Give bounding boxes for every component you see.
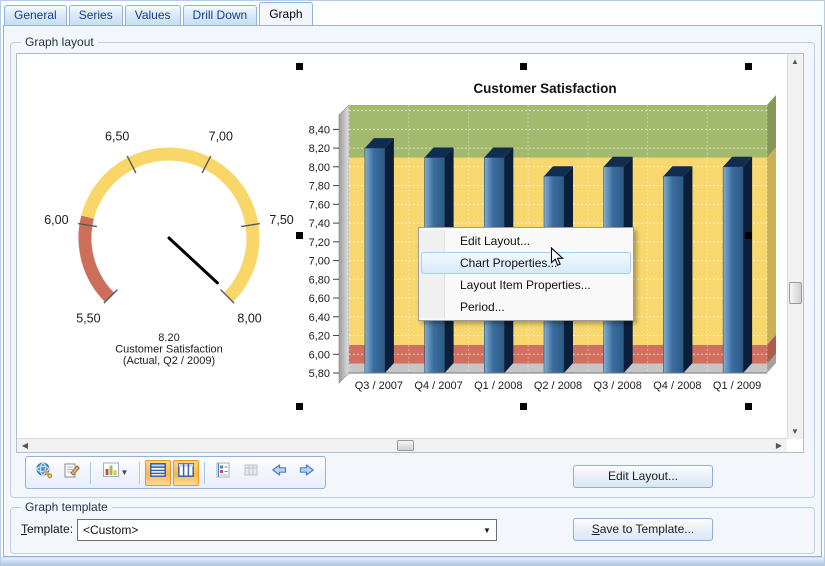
selection-handle[interactable] [745, 63, 752, 70]
svg-text:8,20: 8,20 [309, 143, 330, 155]
page-edit-icon [63, 461, 81, 484]
selection-handle[interactable] [520, 403, 527, 410]
graph-canvas-frame: 5,506,006,507,007,508,008.20Customer Sat… [16, 53, 804, 453]
horizontal-scrollbar[interactable]: ◀ ▶ [17, 438, 787, 452]
svg-text:Q4 / 2007: Q4 / 2007 [414, 380, 462, 392]
bar-chart-icon [102, 461, 120, 484]
tab-drill-down[interactable]: Drill Down [183, 5, 258, 25]
svg-text:6,20: 6,20 [309, 331, 330, 343]
legend-button[interactable] [210, 460, 236, 486]
svg-text:Q1 / 2008: Q1 / 2008 [474, 380, 522, 392]
selection-handle[interactable] [745, 403, 752, 410]
toolbar-separator [139, 462, 140, 484]
chevron-down-icon[interactable]: ▼ [479, 521, 495, 539]
scroll-down-icon[interactable]: ▼ [788, 425, 802, 438]
chevron-down-icon[interactable]: ▼ [121, 468, 129, 477]
template-combobox[interactable]: <Custom> ▼ [77, 519, 497, 541]
scroll-up-icon[interactable]: ▲ [788, 55, 802, 68]
graph-canvas: 5,506,006,507,007,508,008.20Customer Sat… [17, 54, 787, 439]
gauge-chart[interactable]: 5,50 6,00 6,50 7,00 7,50 8,00 8.20Customer Sat… [39, 88, 309, 398]
svg-text:Q1 / 2009: Q1 / 2009 [713, 380, 761, 392]
tab-general[interactable]: General [4, 5, 67, 25]
window-bottom-edge [1, 557, 825, 566]
previous-button[interactable] [266, 460, 292, 486]
svg-text:7,00: 7,00 [209, 129, 233, 143]
graph-layout-group-title: Graph layout [21, 35, 98, 49]
vertical-scrollbar[interactable]: ▲ ▼ [787, 54, 803, 439]
svg-text:6,80: 6,80 [309, 274, 330, 286]
menu-item-layout-item-properties[interactable]: Layout Item Properties... [421, 274, 631, 296]
svg-text:6,00: 6,00 [309, 349, 330, 361]
svg-text:8,00: 8,00 [309, 162, 330, 174]
table-rows-icon [149, 461, 167, 484]
next-button[interactable] [294, 460, 320, 486]
graph-toolbar: ▼ [25, 456, 326, 489]
graph-tab-panel: Graph layout 5,50 6,00 6,50 7,00 7,50 8,00 8.2… [3, 25, 822, 557]
save-to-template-button[interactable]: Save to Template... [573, 518, 713, 541]
svg-text:7,60: 7,60 [309, 199, 330, 211]
horizontal-scroll-thumb[interactable] [397, 440, 414, 451]
edit-layout-button[interactable]: Edit Layout... [573, 465, 713, 488]
chart-type-button[interactable]: ▼ [96, 460, 134, 486]
toolbar-separator [204, 462, 205, 484]
selection-handle[interactable] [296, 63, 303, 70]
layout-rows-button[interactable] [145, 460, 171, 486]
toolbar-separator [90, 462, 91, 484]
svg-text:7,50: 7,50 [269, 213, 293, 227]
graph-template-group-title: Graph template [21, 500, 112, 514]
graph-settings-dialog: General Series Values Drill Down Graph G… [0, 0, 825, 566]
svg-text:Q3 / 2008: Q3 / 2008 [594, 380, 642, 392]
svg-text:Q4 / 2008: Q4 / 2008 [653, 380, 701, 392]
svg-text:7,40: 7,40 [309, 218, 330, 230]
selection-handle[interactable] [520, 63, 527, 70]
arrow-right-icon [298, 461, 316, 484]
selection-handle[interactable] [296, 403, 303, 410]
menu-item-edit-layout[interactable]: Edit Layout... [421, 230, 631, 252]
arrow-left-icon [270, 461, 288, 484]
layout-columns-button[interactable] [173, 460, 199, 486]
legend-list-icon [214, 461, 232, 484]
mouse-cursor-icon [550, 247, 565, 273]
table-columns-icon [177, 461, 195, 484]
svg-text:Customer Satisfaction: Customer Satisfaction [473, 81, 616, 96]
svg-text:7,00: 7,00 [309, 256, 330, 268]
svg-text:6,60: 6,60 [309, 293, 330, 305]
svg-text:Customer Satisfaction: Customer Satisfaction [115, 344, 223, 356]
svg-text:5,50: 5,50 [76, 312, 100, 326]
svg-text:7,80: 7,80 [309, 181, 330, 193]
graph-template-groupbox: Graph template Template: <Custom> ▼ Save… [10, 507, 815, 554]
menu-item-chart-properties[interactable]: Chart Properties... [421, 252, 631, 274]
tab-values[interactable]: Values [125, 5, 181, 25]
data-table-icon [242, 461, 260, 484]
tab-strip: General Series Values Drill Down Graph [4, 3, 315, 25]
svg-text:(Actual, Q2 / 2009): (Actual, Q2 / 2009) [123, 355, 215, 367]
svg-text:8,00: 8,00 [237, 312, 261, 326]
chart-properties-button[interactable] [31, 460, 57, 486]
template-label: Template: [21, 522, 73, 536]
svg-text:5,80: 5,80 [309, 368, 330, 380]
scroll-right-icon[interactable]: ▶ [772, 439, 786, 452]
template-selected-value: <Custom> [83, 523, 138, 537]
svg-text:6,50: 6,50 [105, 129, 129, 143]
selection-handle[interactable] [296, 232, 303, 239]
context-menu: Edit Layout... Chart Properties... Layou… [418, 227, 634, 321]
svg-text:6,00: 6,00 [44, 213, 68, 227]
menu-item-period[interactable]: Period... [421, 296, 631, 318]
svg-text:Q3 / 2007: Q3 / 2007 [355, 380, 403, 392]
svg-text:7,20: 7,20 [309, 237, 330, 249]
globe-wrench-icon [35, 461, 53, 484]
vertical-scroll-thumb[interactable] [789, 282, 802, 304]
selection-handle[interactable] [745, 232, 752, 239]
tab-series[interactable]: Series [69, 5, 123, 25]
graph-layout-groupbox: Graph layout 5,506,006,507,007,508,008.2… [10, 42, 815, 498]
data-table-button[interactable] [238, 460, 264, 486]
svg-text:8.20: 8.20 [158, 332, 179, 344]
svg-text:6,40: 6,40 [309, 312, 330, 324]
edit-properties-button[interactable] [59, 460, 85, 486]
svg-text:8,40: 8,40 [309, 124, 330, 136]
svg-text:Q2 / 2008: Q2 / 2008 [534, 380, 582, 392]
tab-graph[interactable]: Graph [259, 2, 312, 25]
scroll-left-icon[interactable]: ◀ [18, 439, 32, 452]
